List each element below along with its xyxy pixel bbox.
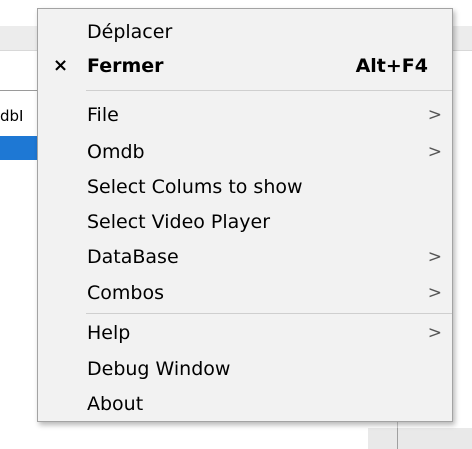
context-menu: Déplacer × Fermer Alt+F4 File > Omdb > S…: [37, 8, 453, 422]
menu-item-omdb[interactable]: Omdb >: [38, 135, 452, 169]
menu-item-label: Help: [87, 322, 131, 344]
menu-item-label: Omdb: [87, 141, 145, 163]
menu-separator: [86, 90, 452, 91]
menu-item-help[interactable]: Help >: [38, 316, 452, 350]
menu-item-about[interactable]: About: [38, 387, 452, 421]
menu-item-database[interactable]: DataBase >: [38, 240, 452, 274]
menu-item-label: Select Colums to show: [87, 176, 303, 198]
menu-item-label: Déplacer: [87, 21, 173, 43]
menu-item-label: Select Video Player: [87, 211, 271, 233]
menu-item-label: About: [87, 393, 144, 415]
background-bottom-divider: [397, 428, 398, 449]
menu-item-debug-window[interactable]: Debug Window: [38, 352, 452, 386]
menu-item-label: Fermer: [87, 55, 164, 77]
close-x-icon: ×: [53, 55, 69, 76]
menu-item-select-video-player[interactable]: Select Video Player: [38, 205, 452, 239]
menu-item-combos[interactable]: Combos >: [38, 276, 452, 310]
menu-separator: [86, 313, 452, 314]
chevron-right-icon: >: [427, 105, 442, 125]
menu-item-label: File: [87, 104, 119, 126]
menu-item-label: DataBase: [87, 246, 179, 268]
chevron-right-icon: >: [427, 142, 442, 162]
menu-item-fermer[interactable]: × Fermer Alt+F4: [38, 49, 452, 83]
menu-item-deplacer[interactable]: Déplacer: [38, 15, 452, 49]
menu-item-label: Debug Window: [87, 358, 231, 380]
menu-item-file[interactable]: File >: [38, 98, 452, 132]
background-bottom-pane: [368, 428, 472, 449]
menu-item-label: Combos: [87, 282, 164, 304]
menu-item-shortcut: Alt+F4: [355, 55, 428, 77]
menu-item-select-columns[interactable]: Select Colums to show: [38, 170, 452, 204]
chevron-right-icon: >: [427, 283, 442, 303]
chevron-right-icon: >: [427, 323, 442, 343]
chevron-right-icon: >: [427, 247, 442, 267]
